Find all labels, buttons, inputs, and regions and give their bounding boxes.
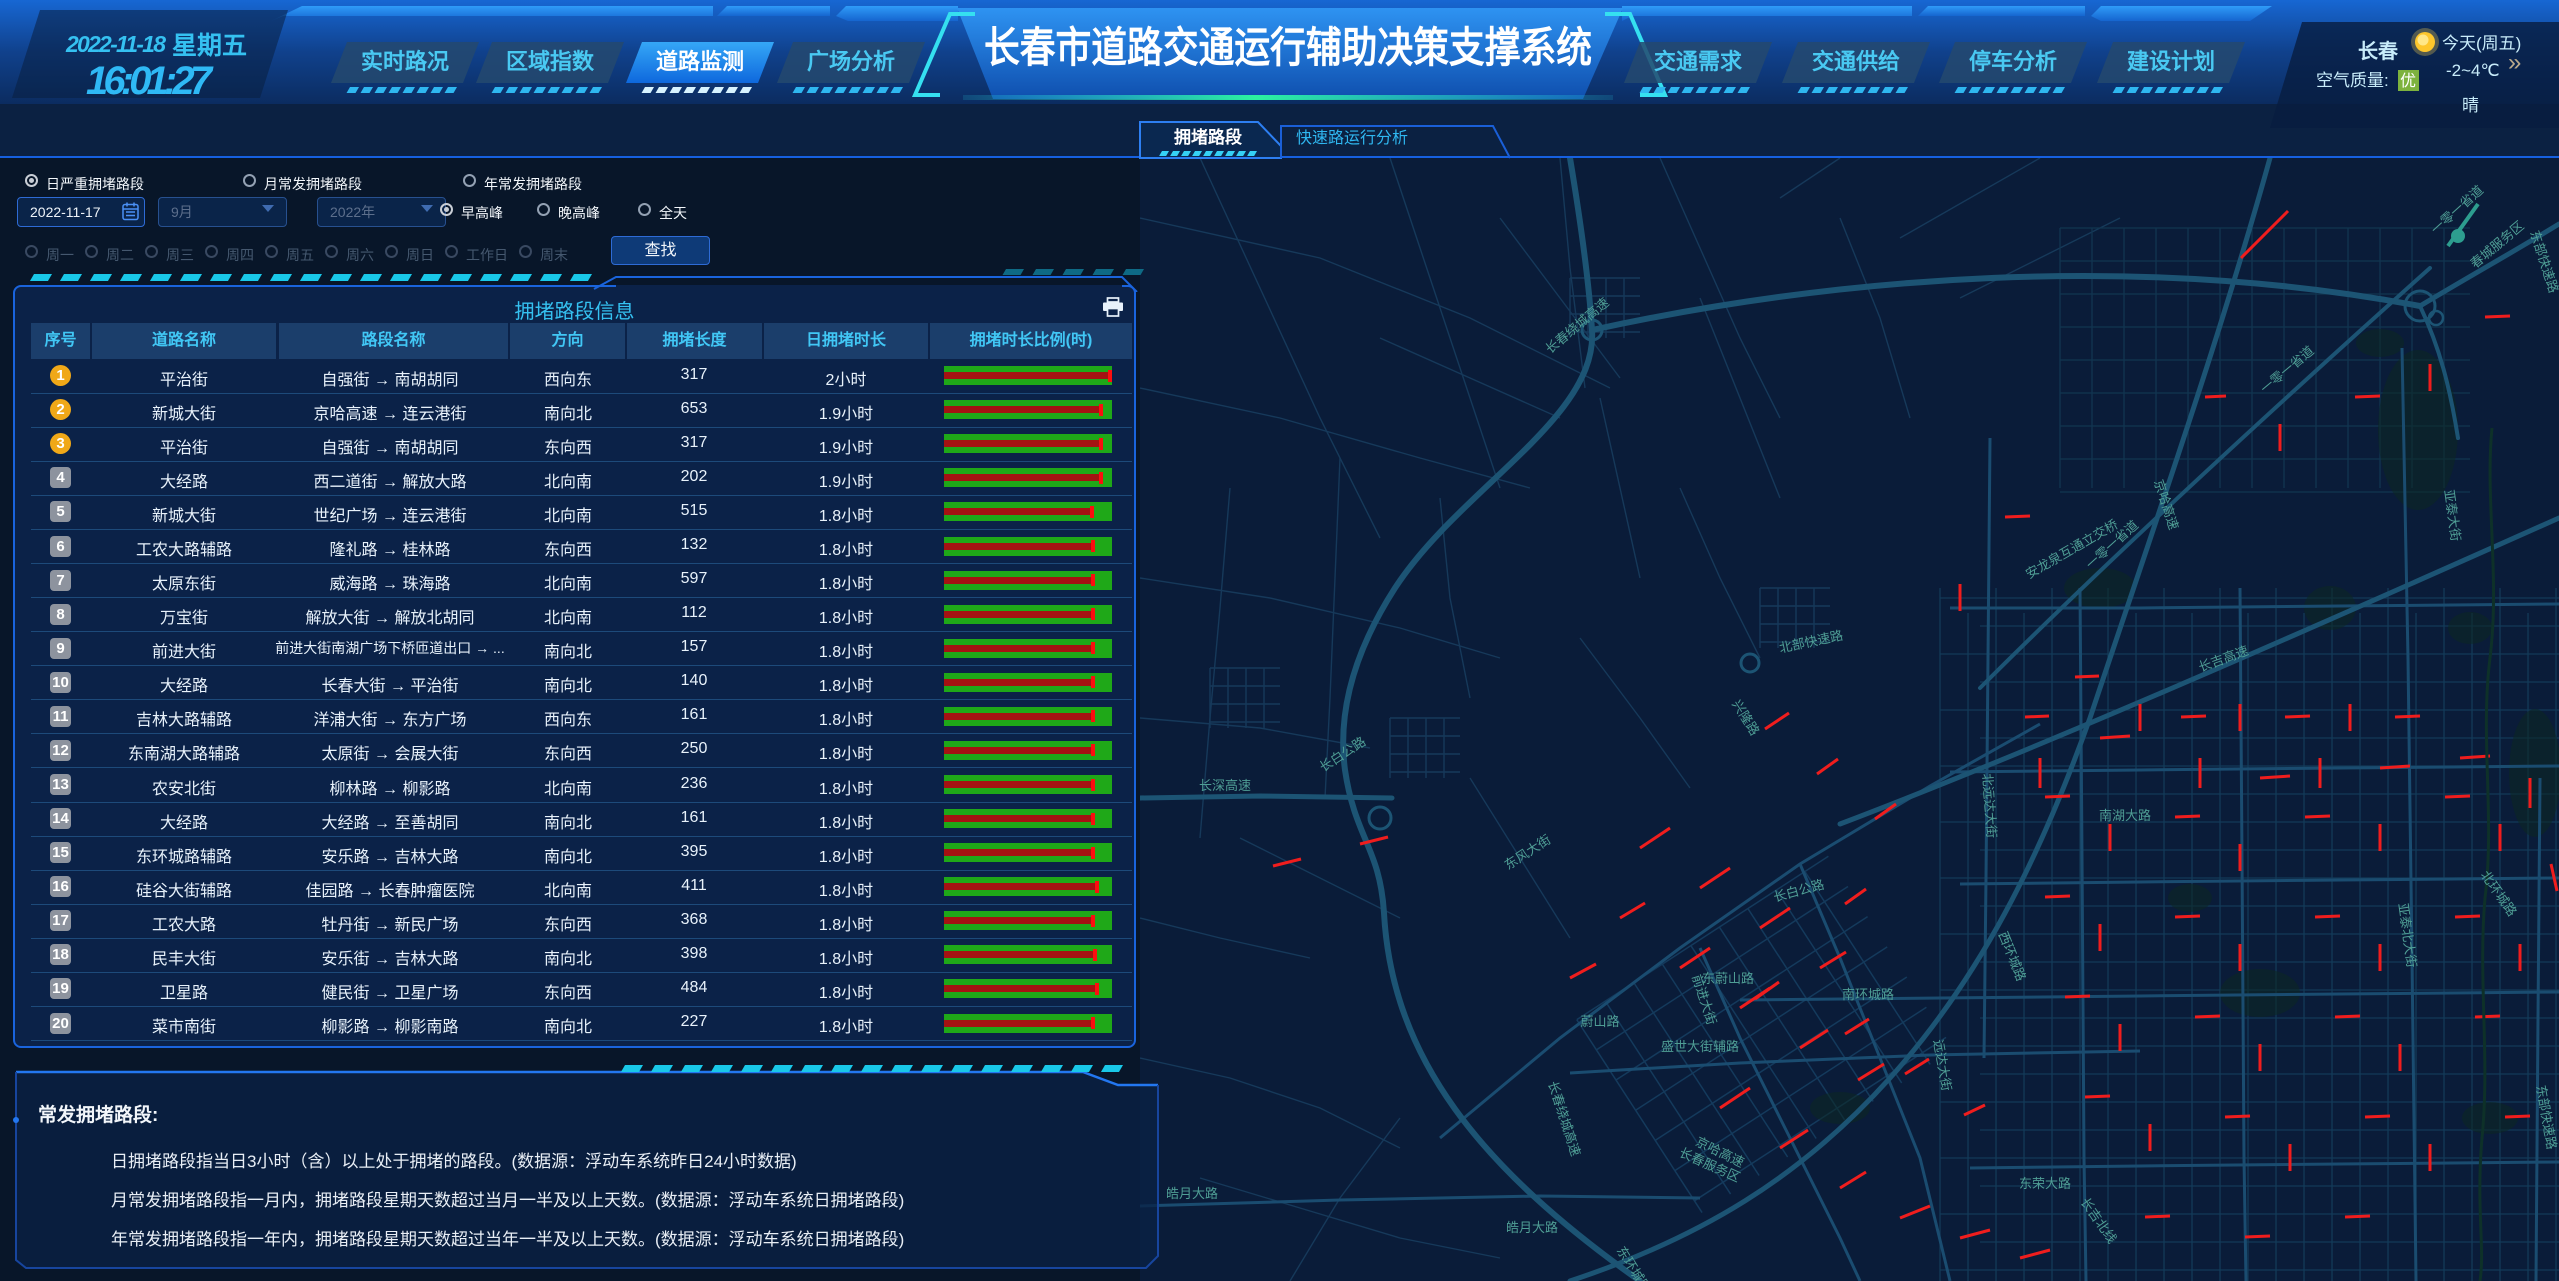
svg-text:南环城路: 南环城路 (1842, 987, 1894, 1002)
svg-text:皓月大路: 皓月大路 (1506, 1220, 1558, 1235)
svg-text:16:01:27: 16:01:27 (86, 59, 214, 103)
svg-text:实时路况: 实时路况 (361, 49, 449, 74)
svg-text:东荣大路: 东荣大路 (2019, 1176, 2071, 1191)
svg-text:建设计划: 建设计划 (2127, 49, 2215, 74)
svg-text:蔚山路: 蔚山路 (1580, 1014, 1619, 1029)
svg-text:南湖大路: 南湖大路 (2099, 808, 2151, 823)
svg-text:盛世大街辅路: 盛世大街辅路 (1661, 1039, 1739, 1054)
svg-text:长春: 长春 (2358, 39, 2399, 63)
svg-text:-2~4℃: -2~4℃ (2446, 61, 2500, 80)
svg-text:交通需求: 交通需求 (1654, 49, 1742, 74)
svg-text:道路监测: 道路监测 (656, 49, 744, 74)
svg-text:区域指数: 区域指数 (506, 49, 595, 74)
svg-text:»: » (2508, 49, 2521, 76)
svg-text:优: 优 (2400, 72, 2416, 90)
svg-text:2022-11-18: 2022-11-18 (65, 31, 166, 57)
svg-text:空气质量:: 空气质量: (2316, 71, 2389, 90)
svg-text:东蔚山路: 东蔚山路 (1702, 971, 1754, 986)
svg-text:快速路运行分析: 快速路运行分析 (1296, 129, 1408, 147)
svg-text:广场分析: 广场分析 (807, 49, 895, 74)
svg-text:交通供给: 交通供给 (1812, 49, 1900, 74)
svg-text:停车分析: 停车分析 (1969, 49, 2057, 74)
svg-text:晴: 晴 (2462, 96, 2479, 115)
svg-text:星期五: 星期五 (172, 32, 247, 60)
svg-text:拥堵路段: 拥堵路段 (1174, 127, 1242, 147)
svg-text:长深高速: 长深高速 (1199, 778, 1251, 793)
svg-text:长春市道路交通运行辅助决策支撑系统: 长春市道路交通运行辅助决策支撑系统 (984, 24, 1592, 71)
